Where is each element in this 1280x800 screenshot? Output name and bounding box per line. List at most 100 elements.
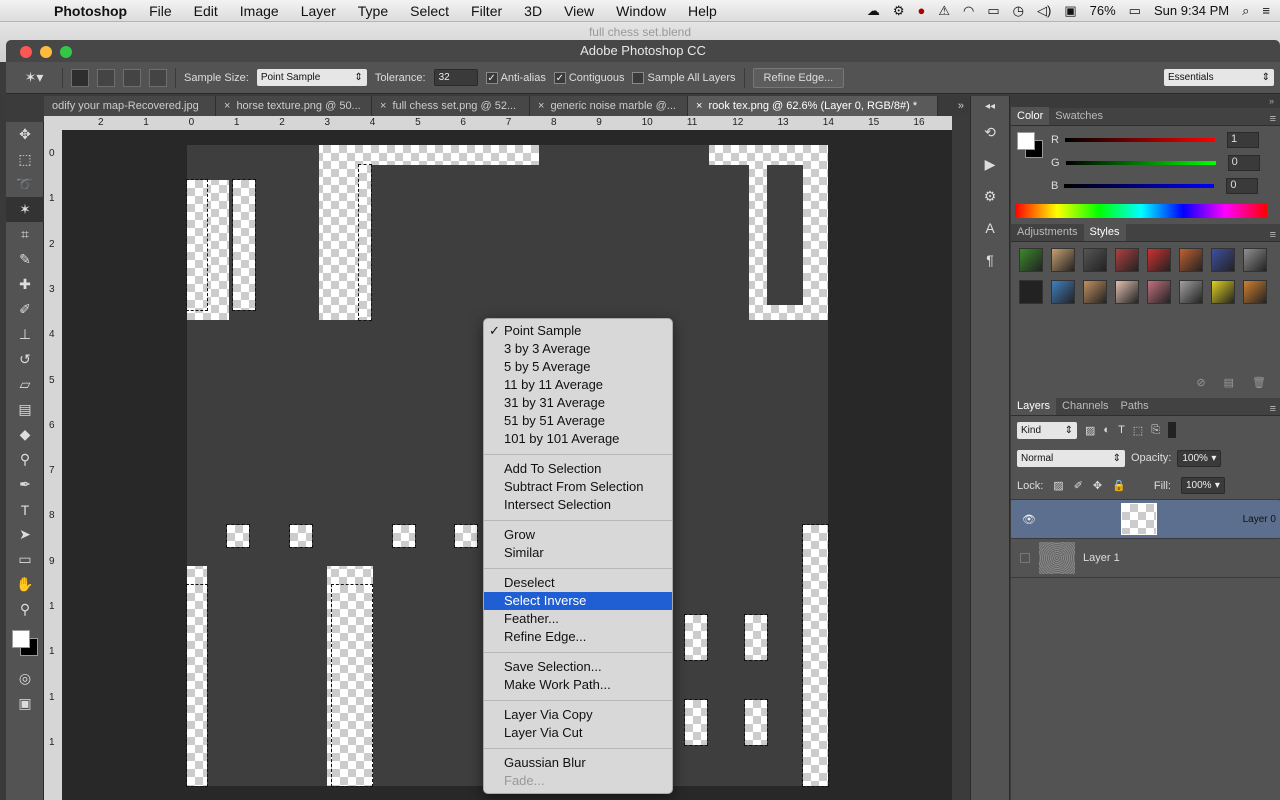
filter-toggle[interactable] bbox=[1168, 422, 1177, 438]
green-slider[interactable] bbox=[1065, 161, 1216, 165]
tab-channels[interactable]: Channels bbox=[1056, 397, 1114, 415]
history-panel-icon[interactable]: ⟲ bbox=[971, 116, 1009, 148]
spotlight-search-icon[interactable]: ⌕ bbox=[1242, 3, 1249, 19]
new-selection-mode-button[interactable] bbox=[71, 68, 89, 87]
time-machine-icon[interactable]: ◷ bbox=[1013, 3, 1024, 19]
history-brush-tool-icon[interactable]: ↺ bbox=[6, 347, 44, 372]
pen-tool-icon[interactable]: ✒ bbox=[6, 472, 44, 497]
foreground-color[interactable] bbox=[12, 630, 30, 648]
filter-shape-icon[interactable]: ⬚ bbox=[1133, 424, 1143, 437]
layer-row-layer-1[interactable]: Layer 1 bbox=[1011, 539, 1280, 578]
lock-position-icon[interactable]: ✥ bbox=[1093, 479, 1102, 492]
visibility-toggle[interactable] bbox=[1011, 553, 1039, 563]
fg-color-chip[interactable] bbox=[1017, 132, 1035, 150]
g-input[interactable]: 0 bbox=[1227, 155, 1260, 171]
menu-item-101-by-101-average[interactable]: 101 by 101 Average bbox=[484, 430, 672, 448]
trash-icon[interactable]: 🗑 bbox=[1252, 376, 1266, 394]
lock-all-icon[interactable]: 🔒 bbox=[1112, 479, 1126, 492]
style-swatch[interactable] bbox=[1179, 280, 1203, 304]
style-swatch[interactable] bbox=[1243, 280, 1267, 304]
clear-style-icon[interactable]: ⊘ bbox=[1196, 376, 1205, 394]
color-spectrum-bar[interactable] bbox=[1015, 204, 1267, 218]
keyboard-icon[interactable]: ▣ bbox=[1064, 3, 1076, 19]
app-menu[interactable]: Photoshop bbox=[40, 3, 138, 19]
menu-item-make-work-path[interactable]: Make Work Path... bbox=[484, 676, 672, 694]
menu-item-layer-via-copy[interactable]: Layer Via Copy bbox=[484, 706, 672, 724]
add-selection-mode-button[interactable] bbox=[97, 68, 115, 87]
menu-item-11-by-11-average[interactable]: 11 by 11 Average bbox=[484, 376, 672, 394]
menu-item-31-by-31-average[interactable]: 31 by 31 Average bbox=[484, 394, 672, 412]
filter-adjustment-icon[interactable]: ◐ bbox=[1103, 424, 1110, 436]
panel-menu-icon[interactable]: ≡ bbox=[1270, 113, 1280, 125]
menu-item-5-by-5-average[interactable]: 5 by 5 Average bbox=[484, 358, 672, 376]
menu-item-refine-edge[interactable]: Refine Edge... bbox=[484, 628, 672, 646]
filter-smart-object-icon[interactable]: ⎘ bbox=[1151, 424, 1160, 437]
style-swatch[interactable] bbox=[1115, 280, 1139, 304]
dodge-tool-icon[interactable]: ⚲ bbox=[6, 447, 44, 472]
color-swatches[interactable] bbox=[6, 622, 43, 666]
magic-wand-preset-icon[interactable]: ✶▾ bbox=[14, 67, 54, 89]
panel-menu-icon[interactable]: ≡ bbox=[1270, 229, 1280, 241]
menu-item-3-by-3-average[interactable]: 3 by 3 Average bbox=[484, 340, 672, 358]
menu-type[interactable]: Type bbox=[347, 3, 399, 19]
blur-tool-icon[interactable]: ◆ bbox=[6, 422, 44, 447]
style-swatch[interactable] bbox=[1019, 248, 1043, 272]
menu-help[interactable]: Help bbox=[677, 3, 728, 19]
style-swatch[interactable] bbox=[1147, 280, 1171, 304]
menu-item-similar[interactable]: Similar bbox=[484, 544, 672, 562]
antialias-checkbox[interactable]: ✓ Anti-alias bbox=[485, 71, 546, 84]
style-swatch[interactable] bbox=[1211, 280, 1235, 304]
intersect-selection-mode-button[interactable] bbox=[149, 68, 167, 87]
layer-row-layer-0[interactable]: 👁 Layer 0 bbox=[1011, 500, 1280, 539]
menu-item-point-sample[interactable]: ✓ Point Sample bbox=[484, 322, 672, 340]
path-selection-tool-icon[interactable]: ➤ bbox=[6, 522, 44, 547]
menu-file[interactable]: File bbox=[138, 3, 183, 19]
actions-panel-icon[interactable]: ▶ bbox=[971, 148, 1009, 180]
visibility-eye-icon[interactable]: 👁 bbox=[1015, 513, 1043, 526]
style-swatch[interactable] bbox=[1147, 248, 1171, 272]
marquee-tool-icon[interactable]: ⬚ bbox=[6, 147, 44, 172]
filter-pixel-icon[interactable]: ▨ bbox=[1085, 424, 1095, 437]
brush-tool-icon[interactable]: ✐ bbox=[6, 297, 44, 322]
style-swatch[interactable] bbox=[1051, 248, 1075, 272]
tab-overflow-icon[interactable]: » bbox=[952, 96, 970, 116]
sample-size-select[interactable]: Point Sample ⇕ bbox=[256, 69, 367, 86]
menu-item-save-selection[interactable]: Save Selection... bbox=[484, 658, 672, 676]
layer-kind-select[interactable]: Kind ⇕ bbox=[1017, 421, 1077, 439]
hand-tool-icon[interactable]: ✋ bbox=[6, 572, 44, 597]
crop-tool-icon[interactable]: ⌗ bbox=[6, 222, 44, 247]
clone-stamp-tool-icon[interactable]: ⊥ bbox=[6, 322, 44, 347]
tab-document-1[interactable]: odify your map-Recovered.jpg bbox=[44, 96, 216, 116]
sample-all-layers-checkbox[interactable]: Sample All Layers bbox=[632, 71, 736, 84]
tab-document-active[interactable]: × rook tex.png @ 62.6% (Layer 0, RGB/8#) … bbox=[688, 96, 938, 116]
fill-input[interactable]: 100% ▾ bbox=[1180, 477, 1225, 494]
style-swatch[interactable] bbox=[1211, 248, 1235, 272]
refine-edge-button[interactable]: Refine Edge... bbox=[752, 67, 845, 88]
menu-item-layer-via-cut[interactable]: Layer Via Cut bbox=[484, 724, 672, 742]
subtract-selection-mode-button[interactable] bbox=[123, 68, 141, 87]
battery-menu-icon[interactable]: ▭ bbox=[987, 3, 999, 19]
menu-item-feather[interactable]: Feather... bbox=[484, 610, 672, 628]
menu-item-select-inverse[interactable]: Select Inverse bbox=[484, 592, 672, 610]
menu-3d[interactable]: 3D bbox=[513, 3, 553, 19]
b-input[interactable]: 0 bbox=[1226, 178, 1259, 194]
menu-select[interactable]: Select bbox=[399, 3, 460, 19]
menu-item-grow[interactable]: Grow bbox=[484, 526, 672, 544]
tab-paths[interactable]: Paths bbox=[1115, 397, 1155, 415]
eyedropper-tool-icon[interactable]: ✎ bbox=[6, 247, 44, 272]
menu-layer[interactable]: Layer bbox=[290, 3, 347, 19]
quick-mask-icon[interactable]: ◎ bbox=[6, 666, 44, 691]
type-tool-icon[interactable]: T bbox=[6, 497, 44, 522]
close-icon[interactable]: × bbox=[538, 100, 544, 112]
menu-view[interactable]: View bbox=[553, 3, 605, 19]
panel-menu-icon[interactable]: ≡ bbox=[1270, 403, 1280, 415]
wifi-icon[interactable]: ◠ bbox=[963, 3, 974, 19]
close-icon[interactable]: × bbox=[224, 100, 230, 112]
warning-icon[interactable]: ⚠ bbox=[938, 3, 950, 19]
move-tool-icon[interactable]: ✥ bbox=[6, 122, 44, 147]
style-swatch[interactable] bbox=[1051, 280, 1075, 304]
tab-adjustments[interactable]: Adjustments bbox=[1011, 223, 1084, 241]
menu-item-intersect-selection[interactable]: Intersect Selection bbox=[484, 496, 672, 514]
opacity-input[interactable]: 100% ▾ bbox=[1177, 449, 1222, 467]
zoom-tool-icon[interactable]: ⚲ bbox=[6, 597, 44, 622]
